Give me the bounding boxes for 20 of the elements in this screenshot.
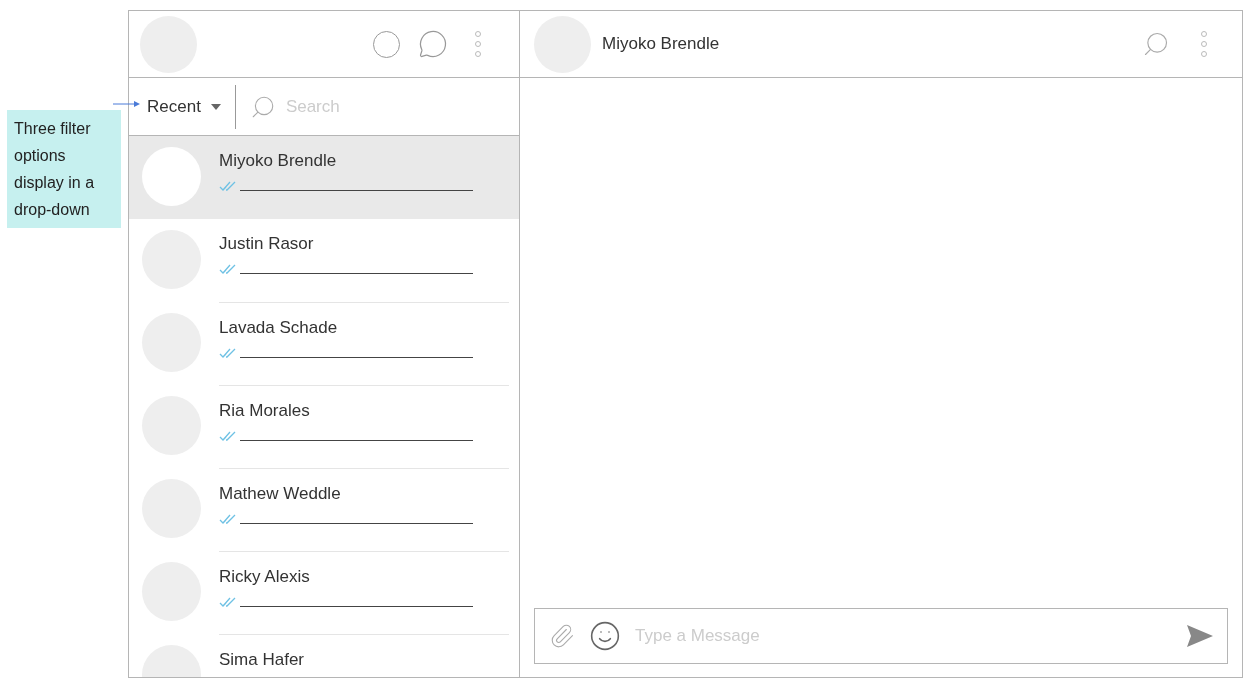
caret-icon xyxy=(210,103,221,110)
paperclip-icon[interactable] xyxy=(549,623,575,649)
annotation-callout: Three filter options display in a drop-down xyxy=(7,110,121,228)
contact-name: Mathew Weddle xyxy=(219,483,341,505)
smiley-icon[interactable] xyxy=(589,620,621,652)
contact-name: Sima Hafer xyxy=(219,649,305,671)
pointer-arrow xyxy=(113,100,141,108)
chat-bubble-icon[interactable] xyxy=(418,29,448,59)
contact-name: Ricky Alexis xyxy=(219,566,310,588)
contact-item[interactable]: Miyoko Brendle xyxy=(129,136,519,219)
send-icon[interactable] xyxy=(1187,625,1213,647)
chat-title: Miyoko Brendle xyxy=(602,33,720,56)
contact-name: Justin Rasor xyxy=(219,233,314,255)
contact-name: Ria Morales xyxy=(219,400,310,422)
contact-name: Miyoko Brendle xyxy=(219,150,337,172)
more-options-icon[interactable] xyxy=(1200,30,1208,58)
filter-dropdown[interactable]: Recent xyxy=(147,88,221,125)
more-options-icon[interactable] xyxy=(474,30,482,58)
search-icon[interactable] xyxy=(1142,30,1170,58)
contact-name: Lavada Schade xyxy=(219,317,338,339)
